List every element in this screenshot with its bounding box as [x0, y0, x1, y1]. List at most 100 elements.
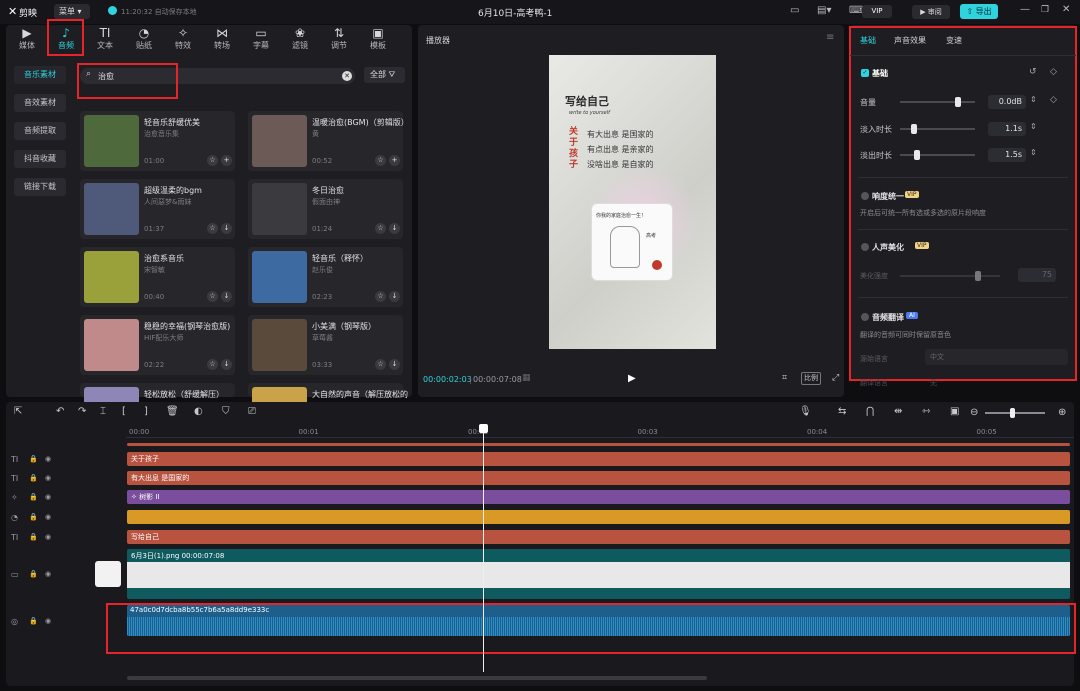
eye-icon[interactable]: ◉	[45, 493, 51, 501]
tab-6[interactable]: ▭ 字幕	[242, 26, 280, 54]
text-clip-write-to-self[interactable]: 写给自己	[127, 530, 1070, 544]
search-input[interactable]: 治愈	[98, 71, 114, 82]
tab-4[interactable]: ✧ 特效	[164, 26, 202, 54]
tab-3[interactable]: ◔ 贴纸	[125, 26, 163, 54]
filter-button[interactable]: 全部 ⛛	[364, 67, 405, 83]
music-card[interactable]: 大自然的声音（解压放松的	[248, 383, 408, 439]
eye-icon[interactable]: ◉	[45, 617, 51, 625]
caption-icon[interactable]: ▣	[950, 406, 959, 417]
zoom-slider-knob[interactable]	[1010, 408, 1015, 418]
video-cover-thumb[interactable]	[95, 561, 121, 587]
playhead-handle[interactable]	[479, 424, 488, 433]
music-card[interactable]: 轻松放松（舒缓解压）	[80, 383, 235, 439]
timeline-scrollbar[interactable]	[127, 676, 707, 680]
audio-clip[interactable]: 47a0c0d7dcba8b55c7b6a5a8dd9e333c	[127, 605, 1070, 636]
sidebar-item-2[interactable]: 音频提取	[14, 122, 66, 140]
split-icon[interactable]: ⌶	[100, 406, 106, 417]
review-button[interactable]: ▶ 审阅	[912, 5, 950, 19]
fadeout-stepper-icon[interactable]: ⇕	[1030, 148, 1037, 157]
player-menu-icon[interactable]: ≡	[826, 32, 834, 43]
favorite-icon[interactable]: ☆	[375, 155, 386, 166]
download-icon[interactable]: ↓	[389, 223, 400, 234]
tab-7[interactable]: ❀ 滤镜	[281, 26, 319, 54]
fadeout-value[interactable]: 1.5s	[988, 148, 1026, 162]
music-card[interactable]: 轻音乐（释怀） 赵乐俊 02:23 ☆ ↓	[248, 247, 403, 307]
voice-strength-knob[interactable]	[975, 271, 981, 281]
split-left-icon[interactable]: [	[122, 406, 126, 417]
playhead-line[interactable]	[483, 428, 484, 672]
eye-icon[interactable]: ◉	[45, 455, 51, 463]
lock-icon[interactable]: 🔒	[29, 533, 38, 541]
mic-icon[interactable]: 🎙	[799, 406, 812, 417]
lock-icon[interactable]: 🔒	[29, 570, 38, 578]
freeze-icon[interactable]: ◐	[194, 406, 203, 417]
ratio-button[interactable]: 比例	[801, 372, 821, 385]
select-icon[interactable]: ⇱	[14, 406, 22, 417]
close-icon[interactable]: ✕	[1062, 4, 1070, 15]
tab-9[interactable]: ▣ 模板	[359, 26, 397, 54]
favorite-icon[interactable]: ☆	[207, 291, 218, 302]
lock-icon[interactable]: 🔒	[29, 474, 38, 482]
tab-basic[interactable]: 基础	[860, 35, 876, 46]
zoom-slider-track[interactable]	[985, 412, 1045, 414]
sidebar-item-3[interactable]: 抖音收藏	[14, 150, 66, 168]
fadeout-slider-knob[interactable]	[914, 150, 920, 160]
eye-icon[interactable]: ◉	[45, 533, 51, 541]
download-icon[interactable]: ↓	[221, 223, 232, 234]
music-card[interactable]: 小美满（钢琴版） 草莓酱 03:33 ☆ ↓	[248, 315, 403, 375]
align-icon[interactable]: ⇿	[922, 406, 930, 417]
reset-icon[interactable]: ↺	[1029, 67, 1037, 77]
music-card[interactable]: 轻音乐舒缓优美 治愈音乐集 01:00 ☆ +	[80, 111, 235, 171]
timeline-ruler[interactable]	[126, 424, 1074, 438]
download-icon[interactable]: ↓	[389, 291, 400, 302]
favorite-icon[interactable]: ☆	[375, 291, 386, 302]
voice-beauty-checkbox[interactable]	[861, 243, 869, 251]
preview-axis-icon[interactable]: ⇹	[894, 406, 902, 417]
minimize-icon[interactable]: —	[1020, 4, 1030, 15]
split-right-icon[interactable]: ]	[144, 406, 148, 417]
shield-icon[interactable]: ⛉	[222, 406, 230, 417]
add-icon[interactable]: +	[221, 155, 232, 166]
fadeout-slider-track[interactable]	[900, 154, 975, 156]
volume-value[interactable]: 0.0dB	[988, 95, 1026, 109]
tab-sound-effect[interactable]: 声音效果	[894, 35, 926, 46]
adjust-clip[interactable]	[127, 510, 1070, 524]
delete-icon[interactable]: 🗑	[166, 406, 179, 417]
magnet-icon[interactable]: ⋂	[866, 406, 874, 417]
volume-keyframe-icon[interactable]: ◇	[1050, 95, 1057, 105]
text-clip-great-future[interactable]: 有大出息 是国家的	[127, 471, 1070, 485]
music-card[interactable]: 冬日治愈 假面由神 01:24 ☆ ↓	[248, 179, 403, 239]
music-card[interactable]: 温暖治愈(BGM)（剪辑版） 黄 00:52 ☆ +	[248, 111, 409, 171]
source-language-select[interactable]: 中文	[925, 349, 1068, 365]
screenshot-icon[interactable]: ⎚	[248, 406, 256, 417]
music-card[interactable]: 超级温柔的bgm 人间惡梦&雨妹 01:37 ☆ ↓	[80, 179, 235, 239]
loudness-checkbox[interactable]	[861, 192, 869, 200]
vip-button[interactable]: VIP	[862, 5, 892, 18]
tab-1[interactable]: ♪ 音频	[47, 26, 85, 54]
favorite-icon[interactable]: ☆	[207, 223, 218, 234]
clear-search-icon[interactable]: ✕	[342, 71, 352, 81]
favorite-icon[interactable]: ☆	[375, 359, 386, 370]
crop-icon[interactable]: ⌗	[782, 373, 787, 383]
volume-slider-track[interactable]	[900, 101, 975, 103]
export-button[interactable]: ⇧ 导出	[960, 4, 998, 19]
download-icon[interactable]: ↓	[221, 291, 232, 302]
tab-0[interactable]: ▶ 媒体	[8, 26, 46, 54]
link-icon[interactable]: ⇆	[838, 406, 846, 417]
video-preview[interactable]: 写给自己 write to yourself 关于孩子 有大出息 是国家的 有点…	[549, 55, 716, 349]
tab-speed[interactable]: 变速	[946, 35, 962, 46]
sidebar-item-0[interactable]: 音乐素材	[14, 66, 66, 84]
add-icon[interactable]: +	[389, 155, 400, 166]
music-card[interactable]: 治愈系音乐 宋智敏 00:40 ☆ ↓	[80, 247, 235, 307]
text-clip-about-kids[interactable]: 关于孩子	[127, 452, 1070, 466]
video-clip[interactable]: 6月3日(1).png 00:00:07:08	[127, 549, 1070, 599]
download-icon[interactable]: ↓	[389, 359, 400, 370]
eye-icon[interactable]: ◉	[45, 513, 51, 521]
favorite-icon[interactable]: ☆	[375, 223, 386, 234]
basic-checkbox[interactable]: ✓	[861, 69, 869, 77]
lock-icon[interactable]: 🔒	[29, 493, 38, 501]
undo-icon[interactable]: ↶	[56, 406, 64, 417]
fadein-slider-knob[interactable]	[911, 124, 917, 134]
voice-strength-track[interactable]	[900, 275, 1000, 277]
sidebar-item-4[interactable]: 链接下载	[14, 178, 66, 196]
